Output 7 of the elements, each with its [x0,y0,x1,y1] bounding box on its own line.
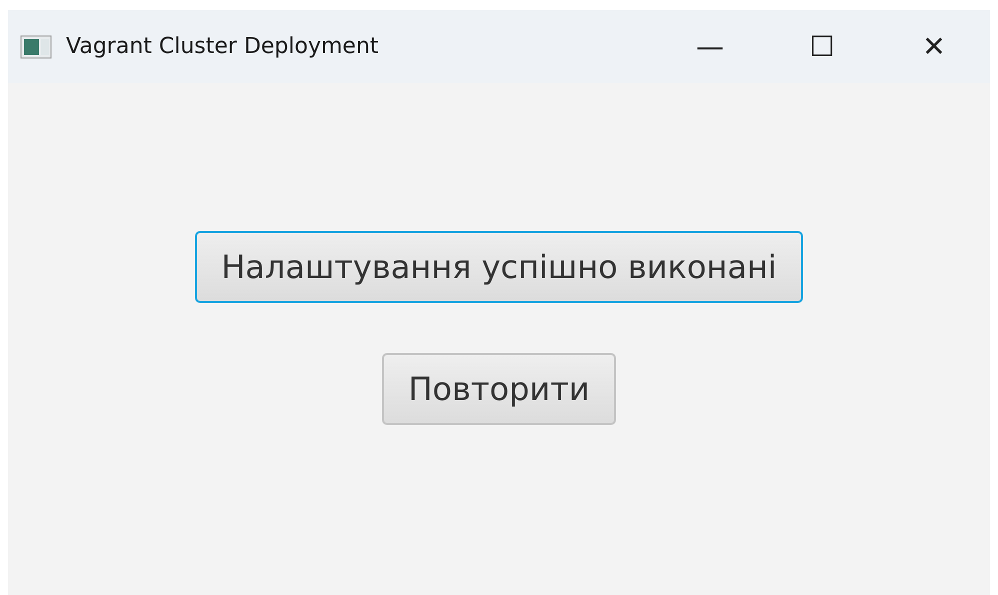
maximize-button[interactable]: ☐ [766,10,878,83]
app-icon [20,34,52,58]
minimize-button[interactable]: — [654,10,766,83]
action-button[interactable]: Повторити [382,353,616,425]
close-button[interactable]: ✕ [878,10,990,83]
window-title: Vagrant Cluster Deployment [66,33,379,61]
action-button[interactable]: Налаштування успішно виконані [195,231,803,303]
